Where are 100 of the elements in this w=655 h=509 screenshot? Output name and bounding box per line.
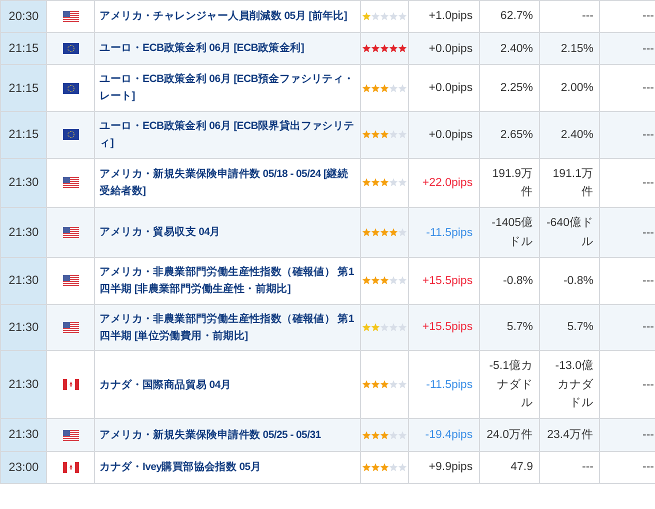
star-icon xyxy=(370,430,380,440)
star-icon xyxy=(398,44,407,54)
flag-icon xyxy=(62,43,79,54)
value-text: --- xyxy=(642,321,654,334)
flag-icon xyxy=(62,275,79,286)
star-icon xyxy=(370,323,380,332)
value-text: -13.0億カナダドル xyxy=(555,360,594,410)
flag-icon xyxy=(62,82,79,94)
time-text: 20:30 xyxy=(8,9,39,23)
value-text: --- xyxy=(642,274,654,287)
pips-change: +0.0pips xyxy=(428,128,473,141)
value-text: --- xyxy=(642,176,654,189)
value-text: 191.9万件 xyxy=(492,168,534,198)
star-icon xyxy=(380,84,389,93)
value-text: 2.65% xyxy=(500,128,534,141)
star-icon xyxy=(370,276,380,286)
star-icon xyxy=(380,228,389,238)
pips-change: -11.5pips xyxy=(426,378,473,391)
time-text: 21:30 xyxy=(8,377,39,392)
star-icon xyxy=(388,84,398,93)
star-icon xyxy=(380,12,389,22)
flag-icon xyxy=(62,11,79,22)
star-icon xyxy=(370,84,380,93)
star-icon xyxy=(380,462,389,472)
star-icon xyxy=(362,276,371,286)
time-text: 21:30 xyxy=(8,427,39,442)
value-text: 2.25% xyxy=(500,82,534,94)
value-text: --- xyxy=(642,428,654,441)
flag-icon xyxy=(62,430,79,441)
value-text: 2.00% xyxy=(560,82,594,94)
star-icon xyxy=(370,12,380,22)
flag-icon xyxy=(62,129,79,140)
value-text: --- xyxy=(582,461,594,474)
time-text: 21:15 xyxy=(8,41,39,56)
pips-change: +15.5pips xyxy=(422,274,473,287)
star-icon xyxy=(362,430,371,440)
star-icon xyxy=(362,12,371,22)
pips-change: -11.5pips xyxy=(426,226,473,239)
star-icon xyxy=(388,178,398,188)
value-text: -0.8% xyxy=(563,274,594,287)
pips-change: +0.0pips xyxy=(428,82,473,94)
pips-change: -19.4pips xyxy=(425,428,473,441)
flag-icon xyxy=(62,177,79,188)
star-icon xyxy=(380,178,389,188)
star-icon xyxy=(388,130,398,140)
value-text: --- xyxy=(642,378,654,391)
star-icon xyxy=(362,462,371,472)
star-icon xyxy=(362,323,371,332)
star-icon xyxy=(380,430,389,440)
star-icon xyxy=(370,178,380,188)
value-text: --- xyxy=(642,128,654,141)
value-text: --- xyxy=(582,10,594,22)
star-icon xyxy=(388,228,398,238)
star-icon xyxy=(362,84,371,93)
pips-change: +9.9pips xyxy=(428,461,473,474)
value-text: 191.1万件 xyxy=(552,168,594,198)
value-text: -0.8% xyxy=(502,274,534,287)
value-text: 24.0万件 xyxy=(486,428,534,441)
star-icon xyxy=(370,228,380,238)
star-icon xyxy=(370,380,380,390)
star-icon xyxy=(380,380,389,390)
star-icon xyxy=(370,462,380,472)
time-text: 21:30 xyxy=(8,273,39,288)
star-icon xyxy=(380,276,389,286)
value-text: 5.7% xyxy=(567,321,594,334)
pips-change: +0.0pips xyxy=(428,42,473,55)
star-icon xyxy=(388,44,398,54)
time-text: 21:15 xyxy=(8,80,39,95)
value-text: 2.40% xyxy=(500,42,534,55)
star-icon xyxy=(362,380,371,390)
value-text: --- xyxy=(642,461,654,474)
star-icon xyxy=(388,462,398,472)
value-text: 62.7% xyxy=(500,10,534,22)
value-text: 2.15% xyxy=(560,42,594,55)
star-icon xyxy=(362,44,371,54)
value-text: 2.40% xyxy=(560,128,594,141)
value-text: --- xyxy=(642,42,654,55)
pips-change: +15.5pips xyxy=(422,321,473,334)
value-text: 23.4万件 xyxy=(547,428,594,441)
flag-icon xyxy=(62,227,79,238)
pips-change: +22.0pips xyxy=(422,176,473,189)
star-icon xyxy=(380,130,389,140)
star-icon xyxy=(388,12,398,22)
star-icon xyxy=(388,323,398,332)
time-text: 21:15 xyxy=(8,127,39,142)
time-text: 21:30 xyxy=(8,175,39,190)
star-icon xyxy=(388,276,398,286)
pips-change: +1.0pips xyxy=(428,10,473,22)
value-text: 5.7% xyxy=(506,321,534,334)
flag-icon xyxy=(62,462,79,473)
value-text: -5.1億カナダドル xyxy=(489,360,534,410)
star-icon xyxy=(370,44,380,54)
star-icon xyxy=(362,178,371,188)
flag-icon xyxy=(62,379,79,390)
time-text: 21:30 xyxy=(8,225,39,240)
star-icon xyxy=(362,130,371,140)
star-icon xyxy=(370,130,380,140)
value-text: --- xyxy=(642,82,654,94)
flag-icon xyxy=(62,322,79,334)
value-text: -1405億ドル xyxy=(492,217,534,248)
